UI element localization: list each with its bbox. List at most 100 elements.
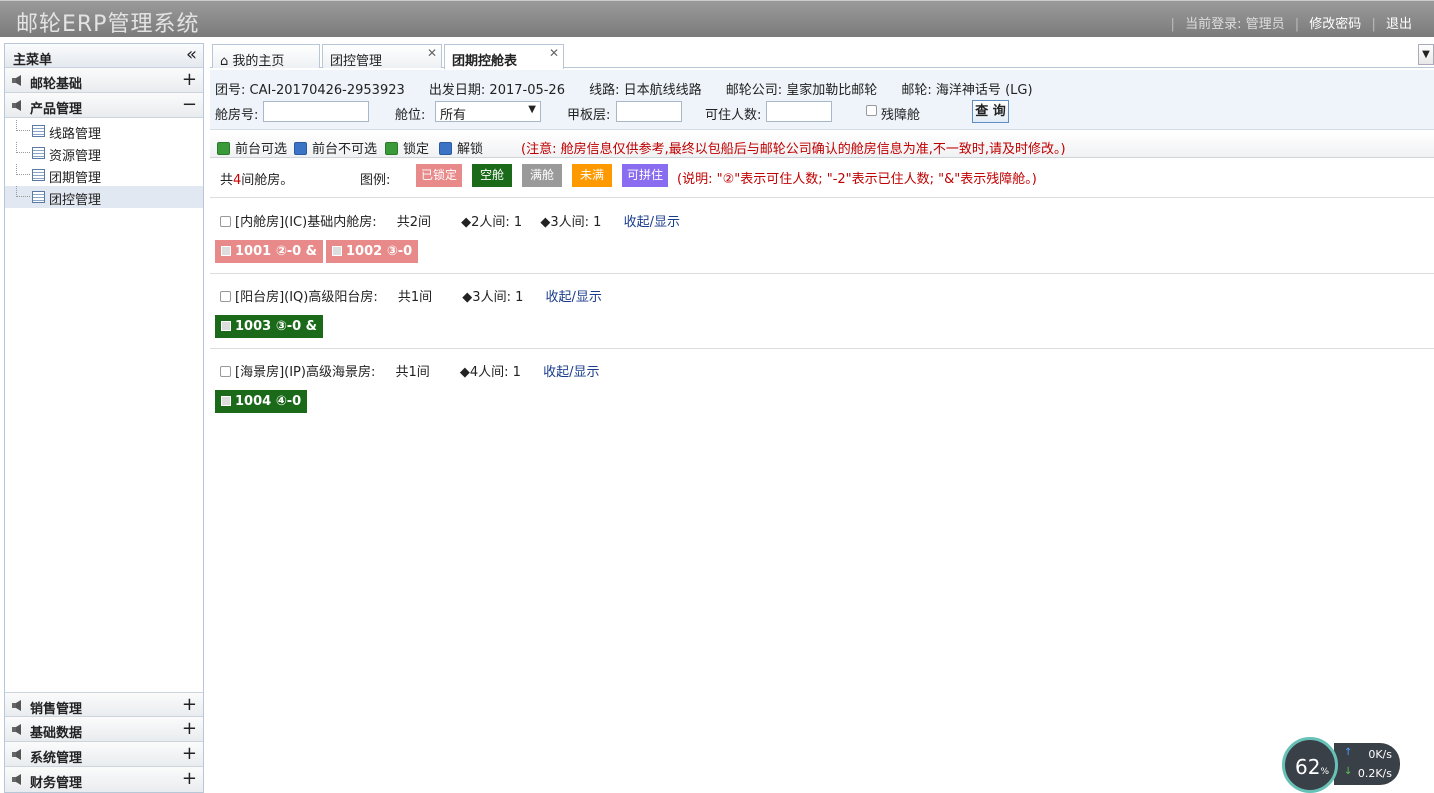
section-header: [阳台房](IQ)高级阳台房: 共1间 ◆3人间: 1 收起/显示	[220, 286, 602, 305]
lock-button[interactable]: 锁定	[385, 138, 429, 157]
table-icon	[32, 147, 45, 159]
room-checkbox[interactable]	[221, 246, 231, 256]
section-detail: ◆4人间: 1	[459, 365, 521, 380]
expand-icon[interactable]: +	[182, 694, 197, 715]
tab-home[interactable]: ⌂ 我的主页	[212, 44, 320, 69]
logout-link[interactable]: 退出	[1386, 17, 1412, 32]
tree-item-group-control[interactable]: 团控管理	[5, 186, 203, 208]
sidebar-group-finance[interactable]: 财务管理 +	[5, 767, 203, 792]
section-toggle-link[interactable]: 收起/显示	[624, 215, 680, 230]
section-title: [阳台房](IQ)高级阳台房:	[235, 290, 378, 305]
unlock-button[interactable]: 解锁	[439, 138, 483, 157]
sidebar-group-cruise-base[interactable]: 邮轮基础 +	[5, 68, 203, 93]
group-label: 系统管理	[30, 751, 83, 766]
legend-not-full: 未满	[572, 164, 612, 187]
upload-speed: 0K/s	[1368, 748, 1392, 761]
sidebar-group-system[interactable]: 系统管理 +	[5, 742, 203, 767]
sidebar-title: 主菜单	[13, 53, 53, 68]
section-detail: ◆3人间: 1	[462, 290, 524, 305]
speed-panel: ↑ 0K/s ↓ 0.2K/s	[1334, 743, 1400, 785]
network-speed-widget[interactable]: ↑ 0K/s ↓ 0.2K/s 62%	[1282, 737, 1402, 793]
cabin-no-input[interactable]	[263, 101, 369, 122]
close-icon[interactable]: ✕	[549, 46, 559, 60]
front-available-button[interactable]: 前台可选	[217, 138, 287, 157]
edit-icon	[294, 142, 307, 155]
group-info-row: 团号: CAI-20170426-2953923 出发日期: 2017-05-2…	[215, 79, 1053, 98]
front-unavailable-button[interactable]: 前台不可选	[294, 138, 377, 157]
room-checkbox[interactable]	[332, 246, 342, 256]
capacity-label: 可住人数:	[705, 108, 762, 123]
tab-cabin-control-table[interactable]: 团期控舱表 ✕	[444, 44, 564, 69]
capacity-input[interactable]	[766, 101, 832, 122]
cabin-no-label: 舱房号:	[215, 108, 259, 123]
deck-input[interactable]	[616, 101, 682, 122]
action-toolbar: 前台可选 前台不可选 锁定 解锁 (注意: 舱房信息仅供参考,最终以包船后与邮轮…	[210, 133, 1434, 158]
room-checkbox[interactable]	[221, 396, 231, 406]
download-arrow-icon: ↓	[1344, 766, 1353, 777]
group-label: 邮轮基础	[30, 77, 83, 92]
collapse-sidebar-icon[interactable]: «	[186, 44, 197, 66]
legend-note: (说明: "②"表示可住人数; "-2"表示已住人数; "&"表示残障舱。)	[677, 172, 1037, 187]
toolbar-note: (注意: 舱房信息仅供参考,最终以包船后与邮轮公司确认的舱房信息为准,不一致时,…	[521, 142, 1066, 157]
upload-arrow-icon: ↑	[1344, 747, 1353, 758]
cruise-company: 邮轮公司: 皇家加勒比邮轮	[725, 83, 878, 98]
legend-empty: 空舱	[472, 164, 512, 187]
berth-select[interactable]: 所有 ▼	[435, 101, 541, 123]
sidebar-header: 主菜单 «	[5, 44, 203, 68]
edit-icon	[217, 142, 230, 155]
tree-item-resource[interactable]: 资源管理	[5, 142, 203, 164]
section-toggle-link[interactable]: 收起/显示	[543, 365, 599, 380]
chevron-down-icon: ▼	[528, 104, 536, 115]
volume-icon	[12, 749, 21, 760]
top-bar: 邮轮ERP管理系统 | 当前登录: 管理员 | 修改密码 | 退出	[0, 0, 1434, 37]
expand-icon[interactable]: +	[182, 718, 197, 739]
tab-menu-chevron-icon[interactable]: ▼	[1418, 44, 1434, 65]
home-icon: ⌂	[220, 54, 229, 69]
top-right-links: | 当前登录: 管理员 | 修改密码 | 退出	[1170, 17, 1412, 32]
product-tree: 线路管理 资源管理 团期管理 团控管理	[5, 118, 203, 210]
close-icon[interactable]: ✕	[427, 46, 437, 60]
disabled-cabin-checkbox[interactable]	[866, 105, 877, 116]
tree-item-group-period[interactable]: 团期管理	[5, 164, 203, 186]
legend-full: 满舱	[522, 164, 562, 187]
group-label: 财务管理	[30, 776, 83, 791]
sidebar-group-basic-data[interactable]: 基础数据 +	[5, 717, 203, 742]
section-checkbox[interactable]	[220, 216, 231, 227]
group-label: 基础数据	[30, 726, 83, 741]
section-detail: ◆3人间: 1	[540, 215, 602, 230]
expand-icon[interactable]: +	[182, 69, 197, 90]
tree-item-route[interactable]: 线路管理	[5, 120, 203, 142]
change-password-link[interactable]: 修改密码	[1309, 17, 1361, 32]
app-title: 邮轮ERP管理系统	[16, 12, 200, 37]
section-checkbox[interactable]	[220, 366, 231, 377]
room-1004[interactable]: 1004 ④-0	[215, 390, 308, 413]
volume-icon	[12, 75, 21, 86]
legend-row: 共4间舱房。 图例: 已锁定 空舱 满舱 未满 可拼住 (说明: "②"表示可住…	[210, 160, 1434, 198]
expand-icon[interactable]: +	[182, 743, 197, 764]
group-label: 销售管理	[30, 702, 83, 717]
disabled-cabin-label: 残障舱	[881, 108, 921, 123]
section-header: [内舱房](IC)基础内舱房: 共2间 ◆2人间: 1 ◆3人间: 1 收起/显…	[220, 211, 680, 230]
collapse-icon[interactable]: −	[182, 94, 197, 115]
sidebar-group-sales[interactable]: 销售管理 +	[5, 692, 203, 717]
tab-label: 我的主页	[232, 54, 285, 69]
tab-bar: ⌂ 我的主页 团控管理 ✕ 团期控舱表 ✕ ▼	[210, 43, 1434, 69]
table-icon	[32, 125, 45, 137]
sidebar-group-product[interactable]: 产品管理 −	[5, 93, 203, 118]
room-1003[interactable]: 1003 ③-0 &	[215, 315, 324, 338]
current-user: 管理员	[1245, 17, 1285, 32]
volume-icon	[12, 100, 21, 111]
main-panel: ⌂ 我的主页 团控管理 ✕ 团期控舱表 ✕ ▼ 团号: CAI-20170426…	[210, 43, 1434, 793]
tab-group-control[interactable]: 团控管理 ✕	[322, 44, 442, 69]
lock-icon	[385, 142, 398, 155]
room-1002[interactable]: 1002 ③-0	[326, 240, 419, 263]
section-checkbox[interactable]	[220, 291, 231, 302]
expand-icon[interactable]: +	[182, 768, 197, 789]
query-button[interactable]: 查 询	[972, 100, 1009, 123]
volume-icon	[12, 774, 21, 785]
group-number: 团号: CAI-20170426-2953923	[215, 83, 405, 98]
room-1001[interactable]: 1001 ②-0 &	[215, 240, 324, 263]
total-cabins: 共4间舱房。	[220, 173, 294, 188]
section-toggle-link[interactable]: 收起/显示	[546, 290, 602, 305]
room-checkbox[interactable]	[221, 321, 231, 331]
